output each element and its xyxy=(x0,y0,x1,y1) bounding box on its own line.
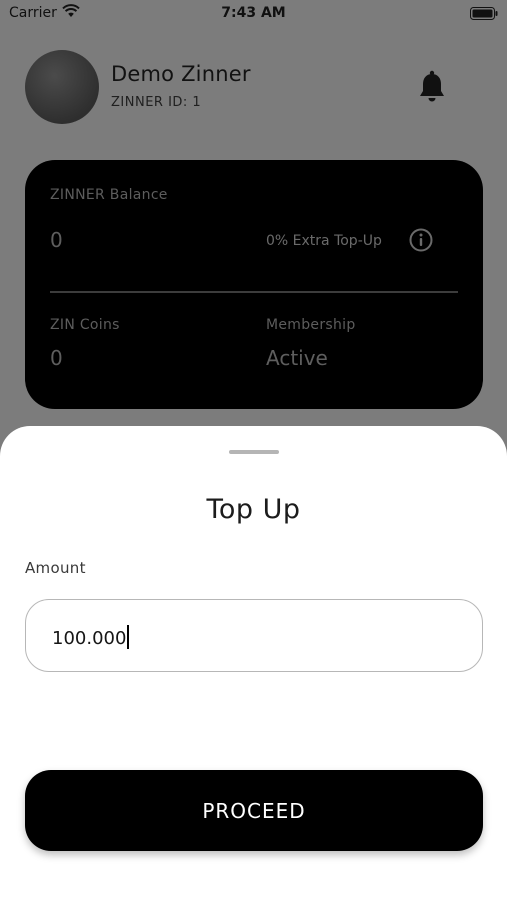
sheet-title: Top Up xyxy=(206,494,301,525)
bell-icon[interactable] xyxy=(418,70,446,104)
status-time: 7:43 AM xyxy=(221,5,286,21)
user-name: Demo Zinner xyxy=(111,62,251,86)
membership-value: Active xyxy=(266,346,328,370)
avatar[interactable] xyxy=(25,50,99,124)
card-divider xyxy=(50,291,458,293)
battery-icon xyxy=(470,7,498,20)
amount-input[interactable]: 100.000 xyxy=(25,599,483,672)
topup-sheet: Top Up Amount 100.000 PROCEED xyxy=(0,426,507,900)
balance-label: ZINNER Balance xyxy=(50,187,168,203)
text-caret xyxy=(127,625,130,649)
zin-coins-label: ZIN Coins xyxy=(50,317,120,333)
amount-input-value: 100.000 xyxy=(52,625,130,649)
balance-card: ZINNER Balance 0 0% Extra Top-Up ZIN Coi… xyxy=(25,160,483,409)
proceed-button[interactable]: PROCEED xyxy=(25,770,483,851)
info-icon[interactable] xyxy=(409,228,433,252)
zin-coins-value: 0 xyxy=(50,346,63,370)
user-id: ZINNER ID: 1 xyxy=(111,95,202,110)
membership-label: Membership xyxy=(266,317,356,333)
amount-label: Amount xyxy=(25,559,86,577)
amount-value-text: 100.000 xyxy=(52,628,127,649)
extra-topup-label: 0% Extra Top-Up xyxy=(266,233,382,249)
sheet-drag-handle[interactable] xyxy=(229,450,279,454)
balance-value: 0 xyxy=(50,228,63,252)
status-bar: Carrier 7:43 AM xyxy=(0,0,507,28)
